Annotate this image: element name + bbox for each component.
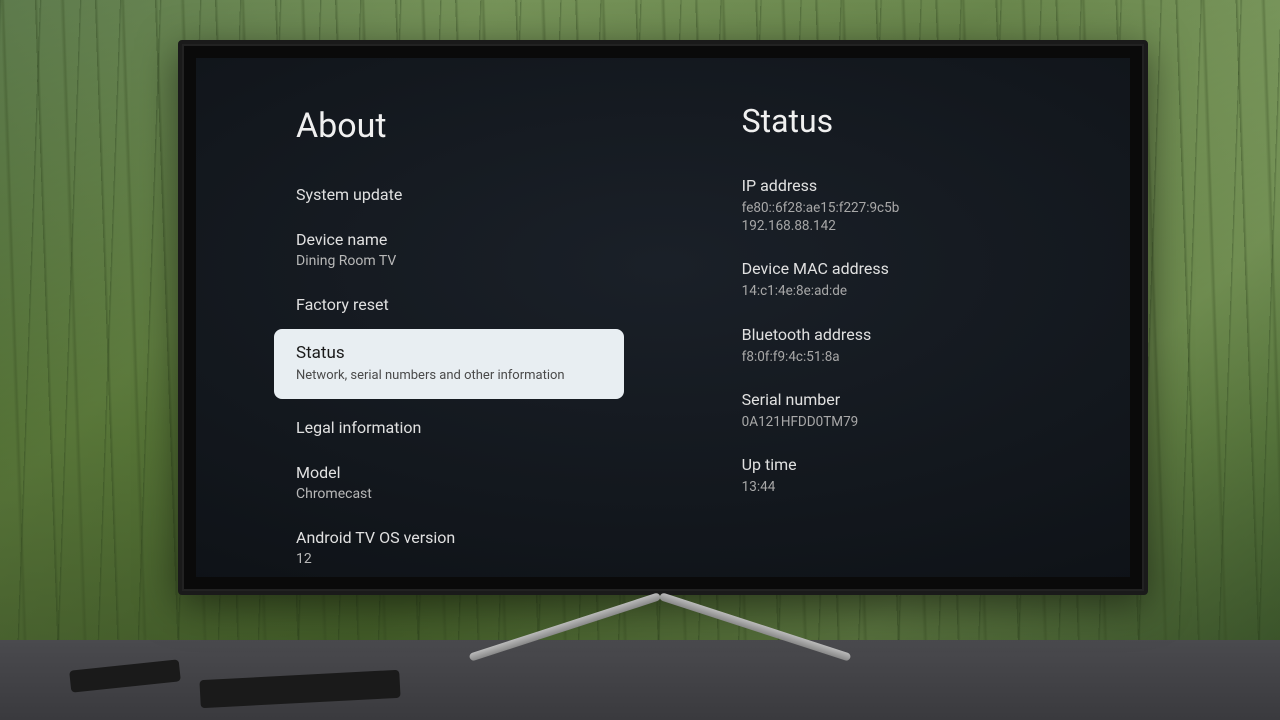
menu-item-android-tv-os-version[interactable]: Android TV OS version 12 (296, 517, 682, 577)
menu-item-legal-information[interactable]: Legal information (296, 407, 682, 448)
detail-value: fe80::6f28:ae15:f227:9c5b192.168.88.142 (742, 199, 1130, 235)
menu-item-subtitle: Network, serial numbers and other inform… (296, 368, 602, 383)
detail-serial-number: Serial number 0A121HFDD0TM79 (742, 390, 1130, 431)
detail-label: Serial number (742, 390, 1130, 409)
menu-item-factory-reset[interactable]: Factory reset (296, 284, 682, 325)
detail-label: Bluetooth address (742, 325, 1130, 344)
menu-item-device-name[interactable]: Device name Dining Room TV (296, 219, 682, 280)
detail-value: 13:44 (742, 478, 1130, 496)
menu-item-subtitle: Chromecast (296, 486, 682, 502)
menu-item-title: Status (296, 343, 602, 363)
menu-item-title: Model (296, 463, 682, 482)
detail-label: Up time (742, 455, 1130, 474)
detail-label: IP address (742, 176, 1130, 195)
menu-item-subtitle: Dining Room TV (296, 253, 682, 269)
tv-stand (460, 592, 860, 662)
menu-item-title: Device name (296, 230, 682, 249)
detail-label: Device MAC address (742, 259, 1130, 278)
tv-screen: About System update Device name Dining R… (196, 58, 1130, 577)
tv-frame: About System update Device name Dining R… (178, 40, 1148, 595)
menu-item-system-update[interactable]: System update (296, 174, 682, 215)
menu-item-title: Android TV OS version (296, 528, 682, 547)
menu-item-subtitle: 12 (296, 551, 682, 567)
detail-value: 14:c1:4e:8e:ad:de (742, 282, 1130, 300)
about-menu-pane: About System update Device name Dining R… (196, 58, 682, 577)
detail-value: f8:0f:f9:4c:51:8a (742, 348, 1130, 366)
menu-item-title: Legal information (296, 418, 682, 437)
detail-bluetooth-address: Bluetooth address f8:0f:f9:4c:51:8a (742, 325, 1130, 366)
detail-pane-title: Status (742, 102, 1130, 140)
detail-up-time: Up time 13:44 (742, 455, 1130, 496)
page-title: About (296, 106, 682, 146)
menu-item-model[interactable]: Model Chromecast (296, 452, 682, 513)
detail-value: 0A121HFDD0TM79 (742, 413, 1130, 431)
detail-device-mac-address: Device MAC address 14:c1:4e:8e:ad:de (742, 259, 1130, 300)
menu-item-title: System update (296, 185, 682, 204)
menu-item-status[interactable]: Status Network, serial numbers and other… (274, 329, 624, 399)
menu-item-title: Factory reset (296, 295, 682, 314)
detail-ip-address: IP address fe80::6f28:ae15:f227:9c5b192.… (742, 176, 1130, 235)
status-detail-pane: Status IP address fe80::6f28:ae15:f227:9… (682, 58, 1130, 577)
